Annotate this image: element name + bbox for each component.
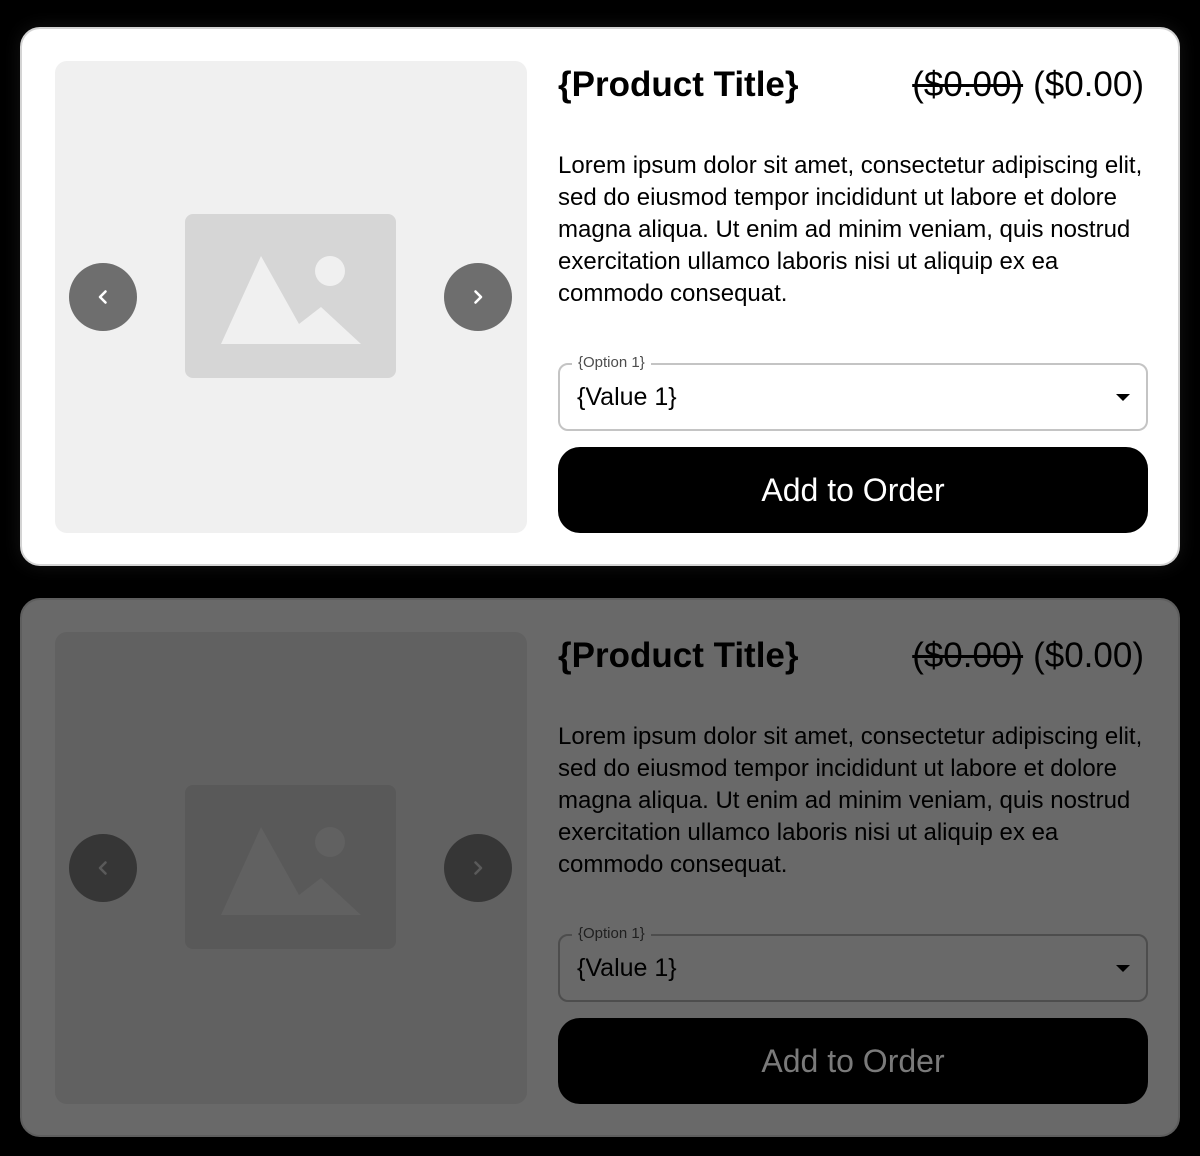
current-price: ($0.00) <box>1033 636 1144 675</box>
caret-down-icon <box>1116 393 1130 402</box>
product-card-disabled: {Product Title} ($0.00) ($0.00) Lorem ips… <box>20 598 1180 1137</box>
option-select-label: {Option 1} <box>572 925 651 943</box>
product-title: {Product Title} <box>558 65 799 104</box>
product-card: {Product Title} ($0.00) ($0.00) Lorem ips… <box>20 27 1180 566</box>
current-price: ($0.00) <box>1033 65 1144 104</box>
chevron-right-icon <box>467 286 489 308</box>
chevron-right-icon <box>467 857 489 879</box>
add-to-order-button[interactable]: Add to Order <box>558 447 1148 533</box>
product-image-carousel <box>55 61 527 533</box>
add-to-order-button-disabled: Add to Order <box>558 1018 1148 1104</box>
chevron-left-icon <box>92 286 114 308</box>
original-price: ($0.00) <box>912 636 1024 675</box>
chevron-left-icon <box>92 857 114 879</box>
option-select-value: {Value 1} <box>577 954 677 982</box>
option-select[interactable]: {Option 1} {Value 1} <box>558 354 1148 431</box>
product-description: Lorem ipsum dolor sit amet, consectetur … <box>558 152 1143 307</box>
next-image-button[interactable] <box>444 263 512 331</box>
price-group: ($0.00) ($0.00) <box>912 65 1144 105</box>
product-description: Lorem ipsum dolor sit amet, consectetur … <box>558 723 1143 878</box>
product-title: {Product Title} <box>558 636 799 675</box>
option-select-label: {Option 1} <box>572 354 651 372</box>
previous-image-button[interactable] <box>69 263 137 331</box>
price-group: ($0.00) ($0.00) <box>912 636 1144 676</box>
option-select-value: {Value 1} <box>577 383 677 411</box>
caret-down-icon <box>1116 964 1130 973</box>
image-placeholder-icon <box>185 785 396 949</box>
original-price: ($0.00) <box>912 65 1024 104</box>
next-image-button <box>444 834 512 902</box>
product-image-carousel <box>55 632 527 1104</box>
previous-image-button <box>69 834 137 902</box>
option-select: {Option 1} {Value 1} <box>558 925 1148 1002</box>
image-placeholder-icon <box>185 214 396 378</box>
